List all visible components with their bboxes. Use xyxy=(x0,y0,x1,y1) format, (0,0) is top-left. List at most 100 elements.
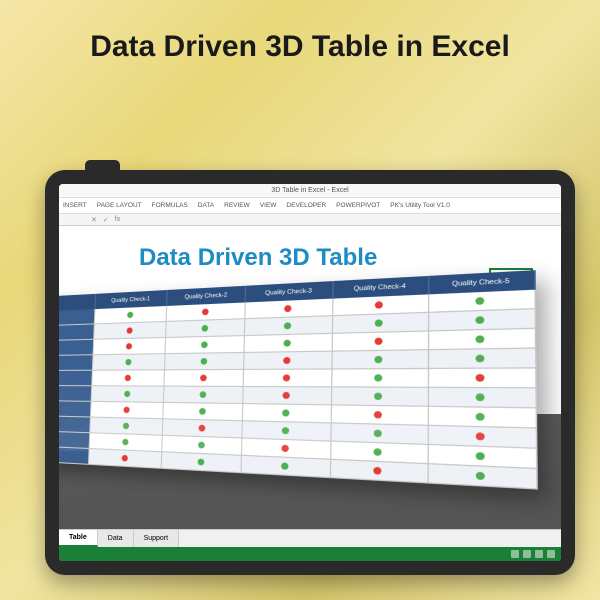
check-cell xyxy=(429,369,537,389)
sheet-tab-support[interactable]: Support xyxy=(134,530,180,547)
fail-icon xyxy=(126,327,132,333)
ribbon-tab-formulas[interactable]: FORMULAS xyxy=(152,202,188,209)
zoom-slider-icon[interactable] xyxy=(547,550,555,558)
pass-icon xyxy=(374,430,382,438)
product-cell: Product-7 xyxy=(59,401,92,418)
check-cell xyxy=(332,369,429,388)
product-cell: Product-2 xyxy=(59,324,95,341)
pass-icon xyxy=(476,297,485,305)
check-cell xyxy=(93,354,166,371)
ribbon-tab-insert[interactable]: INSERT xyxy=(63,202,87,209)
fail-icon xyxy=(126,343,132,349)
check-cell xyxy=(243,404,331,423)
cancel-icon[interactable]: ✕ xyxy=(91,216,97,224)
ribbon-tab-utility[interactable]: PK's Utility Tool V1.0 xyxy=(390,202,450,209)
worksheet-canvas[interactable]: Data Driven 3D Table Product Quality Che… xyxy=(59,226,561,529)
ribbon-tab-review[interactable]: REVIEW xyxy=(224,202,250,209)
check-cell xyxy=(332,387,429,406)
check-cell xyxy=(165,370,245,387)
ribbon-tab-page-layout[interactable]: PAGE LAYOUT xyxy=(97,202,142,209)
fail-icon xyxy=(375,338,383,345)
check-cell xyxy=(164,387,244,405)
product-cell: Product-3 xyxy=(59,340,94,356)
fail-icon xyxy=(374,467,382,475)
fail-icon xyxy=(198,425,205,432)
check-cell xyxy=(331,405,428,426)
check-cell xyxy=(94,338,167,355)
status-bar xyxy=(59,547,561,561)
check-cell xyxy=(165,353,245,370)
pass-icon xyxy=(476,355,485,363)
check-icon[interactable]: ✓ xyxy=(103,216,109,224)
check-cell xyxy=(94,322,167,340)
sheet-tab-data[interactable]: Data xyxy=(98,530,134,547)
pass-icon xyxy=(476,452,485,460)
check-cell xyxy=(245,352,333,370)
product-cell: Product-5 xyxy=(59,371,93,387)
pass-icon xyxy=(374,393,382,400)
pass-icon xyxy=(201,341,208,348)
pass-icon xyxy=(200,358,207,365)
pass-icon xyxy=(476,335,485,343)
fx-icon[interactable]: fx xyxy=(115,216,120,223)
pass-icon xyxy=(282,427,289,434)
pass-icon xyxy=(127,312,133,319)
pass-icon xyxy=(123,423,129,430)
page-title: Data Driven 3D Table in Excel xyxy=(0,0,600,66)
sheet-tab-strip: Table Data Support xyxy=(59,529,561,547)
pass-icon xyxy=(476,413,485,421)
product-cell: Product-10 xyxy=(59,446,90,465)
canvas-heading: Data Driven 3D Table xyxy=(139,244,377,272)
check-cell xyxy=(429,329,537,350)
pass-icon xyxy=(476,393,485,401)
pass-icon xyxy=(197,458,204,465)
check-cell xyxy=(92,370,165,386)
check-cell xyxy=(429,464,538,489)
ribbon-tab-data[interactable]: DATA xyxy=(198,202,214,209)
fail-icon xyxy=(202,308,209,315)
fail-icon xyxy=(375,301,383,309)
pass-icon xyxy=(122,439,128,446)
view-layout-icon[interactable] xyxy=(523,550,531,558)
fail-icon xyxy=(282,392,289,399)
product-cell: Product-9 xyxy=(59,431,90,449)
pass-icon xyxy=(284,322,291,329)
ribbon-tab-developer[interactable]: DEVELOPER xyxy=(286,202,326,209)
pass-icon xyxy=(284,340,291,347)
formula-bar[interactable]: ✕ ✓ fx xyxy=(59,214,561,226)
fail-icon xyxy=(283,357,290,364)
pass-icon xyxy=(199,391,206,398)
check-cell xyxy=(245,316,332,336)
fail-icon xyxy=(476,432,485,440)
check-cell xyxy=(92,386,165,403)
check-cell xyxy=(89,449,163,469)
check-cell xyxy=(166,319,246,338)
check-cell xyxy=(332,332,429,352)
pass-icon xyxy=(201,325,208,332)
view-normal-icon[interactable] xyxy=(511,550,519,558)
pass-icon xyxy=(375,319,383,326)
check-cell xyxy=(244,387,332,405)
sheet-tab-table[interactable]: Table xyxy=(59,530,98,547)
view-break-icon[interactable] xyxy=(535,550,543,558)
pass-icon xyxy=(125,359,131,365)
pass-icon xyxy=(282,409,289,416)
check-cell xyxy=(242,456,331,478)
pass-icon xyxy=(374,448,382,456)
pass-icon xyxy=(375,356,383,363)
ribbon-tab-powerpivot[interactable]: POWERPIVOT xyxy=(336,202,380,209)
window-titlebar: 3D Table in Excel - Excel xyxy=(59,184,561,198)
check-cell xyxy=(333,313,429,334)
pass-icon xyxy=(198,442,205,449)
pass-icon xyxy=(374,374,382,381)
quality-3d-table: Product Quality Check-1 Quality Check-2 … xyxy=(59,270,538,490)
pass-icon xyxy=(281,462,288,469)
check-cell xyxy=(429,388,537,409)
check-cell xyxy=(429,309,536,331)
check-cell xyxy=(332,350,429,369)
pass-icon xyxy=(476,472,485,480)
check-cell xyxy=(429,349,537,369)
ribbon-tab-view[interactable]: VIEW xyxy=(260,202,277,209)
fail-icon xyxy=(124,375,130,381)
check-cell xyxy=(245,334,333,353)
